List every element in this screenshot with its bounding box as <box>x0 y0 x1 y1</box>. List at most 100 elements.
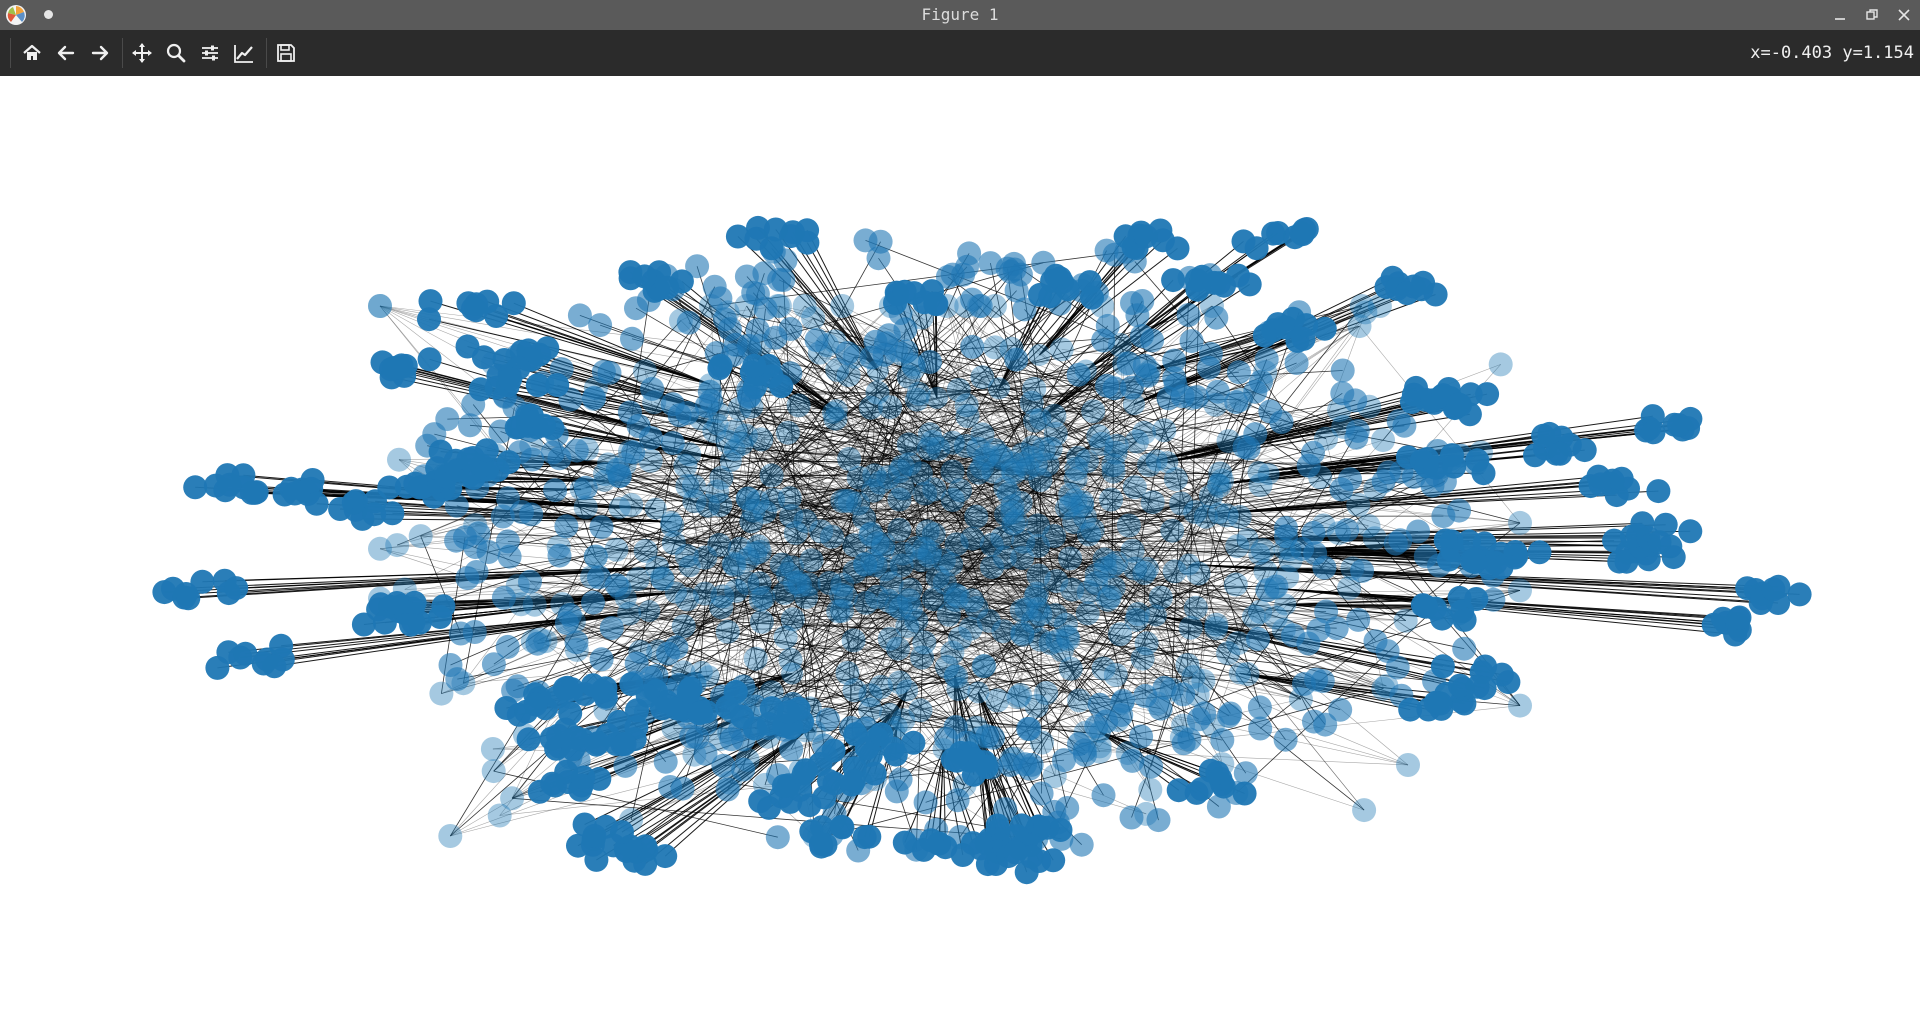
graph-node <box>894 339 919 364</box>
figure-canvas[interactable] <box>0 76 1920 1034</box>
graph-node <box>1145 449 1168 472</box>
graph-node <box>1129 324 1154 348</box>
graph-node <box>1371 428 1395 453</box>
graph-node <box>1138 777 1163 802</box>
graph-node <box>480 737 505 761</box>
graph-node <box>866 359 889 382</box>
graph-node <box>491 585 516 610</box>
graph-node <box>881 736 905 761</box>
graph-node <box>589 515 614 540</box>
graph-node <box>387 447 411 472</box>
graph-node <box>946 378 971 402</box>
line-chart-icon <box>234 45 253 63</box>
graph-node <box>919 828 944 853</box>
graph-node <box>945 584 970 609</box>
graph-node <box>1080 285 1104 310</box>
graph-node <box>926 386 948 409</box>
graph-node <box>1312 555 1337 580</box>
subplots-button[interactable] <box>196 39 224 67</box>
graph-node <box>743 646 768 671</box>
zoom-button[interactable] <box>162 39 190 67</box>
graph-node <box>825 399 848 422</box>
graph-node <box>830 815 855 840</box>
graph-node <box>571 765 596 790</box>
graph-node <box>368 294 392 318</box>
graph-node <box>626 413 651 438</box>
graph-node <box>1472 676 1497 701</box>
arrow-right-icon <box>91 45 109 61</box>
graph-node <box>1436 547 1461 572</box>
graph-node <box>1049 337 1074 362</box>
graph-node <box>1647 530 1672 555</box>
graph-node <box>1224 390 1249 415</box>
graph-node <box>852 506 877 531</box>
graph-node <box>368 536 392 561</box>
graph-node <box>1074 359 1097 382</box>
graph-node <box>582 823 607 848</box>
graph-node <box>1496 670 1521 695</box>
graph-node <box>679 724 704 749</box>
graph-node <box>1264 577 1287 600</box>
graph-node <box>435 407 460 432</box>
graph-node <box>804 328 829 353</box>
navigation-toolbar <box>0 30 1920 76</box>
graph-node <box>759 696 784 721</box>
save-button[interactable] <box>272 39 300 67</box>
graph-node <box>742 353 767 378</box>
graph-node <box>1162 348 1187 373</box>
graph-node <box>676 679 701 704</box>
graph-node <box>587 565 611 590</box>
graph-node <box>640 376 665 401</box>
graph-node <box>458 413 482 438</box>
graph-node <box>269 633 294 658</box>
graph-node <box>808 752 833 776</box>
graph-node <box>1363 629 1388 654</box>
restore-button[interactable] <box>1856 0 1888 30</box>
graph-node <box>833 584 858 609</box>
graph-node <box>1091 783 1116 808</box>
graph-node <box>955 404 980 429</box>
graph-node <box>613 753 638 778</box>
graph-node <box>759 463 784 488</box>
graph-node <box>1029 407 1052 430</box>
graph-node <box>879 702 901 725</box>
pan-button[interactable] <box>128 39 156 67</box>
home-button[interactable] <box>18 39 46 67</box>
graph-node <box>1248 716 1273 741</box>
graph-node <box>1385 655 1410 680</box>
graph-node <box>918 350 942 374</box>
graph-node <box>1232 435 1257 459</box>
close-button[interactable] <box>1888 0 1920 30</box>
graph-node <box>901 730 926 755</box>
graph-node <box>1130 289 1155 313</box>
graph-node <box>1362 526 1387 551</box>
graph-node <box>1123 393 1145 416</box>
graph-node <box>1335 518 1360 543</box>
forward-button[interactable] <box>86 39 114 67</box>
graph-node <box>664 635 689 660</box>
graph-node <box>653 749 678 774</box>
graph-node <box>1066 445 1091 470</box>
graph-node <box>743 541 768 566</box>
edit-axes-button[interactable] <box>230 39 258 67</box>
graph-node <box>1249 369 1273 394</box>
graph-node <box>399 612 423 637</box>
graph-node <box>715 777 740 802</box>
graph-node <box>682 489 707 514</box>
graph-node <box>1169 491 1194 516</box>
back-button[interactable] <box>52 39 80 67</box>
graph-node <box>1678 519 1703 544</box>
graph-node <box>715 619 740 644</box>
window-controls <box>1824 0 1920 30</box>
graph-node <box>843 722 868 747</box>
graph-node <box>1216 641 1241 666</box>
graph-node <box>968 294 993 318</box>
minimize-button[interactable] <box>1824 0 1856 30</box>
graph-node <box>1428 691 1453 716</box>
graph-node <box>304 491 329 516</box>
graph-node <box>861 478 886 503</box>
toolbar-separator <box>266 38 267 68</box>
graph-node <box>1641 420 1666 445</box>
graph-node <box>763 217 788 242</box>
graph-node <box>1177 553 1200 576</box>
